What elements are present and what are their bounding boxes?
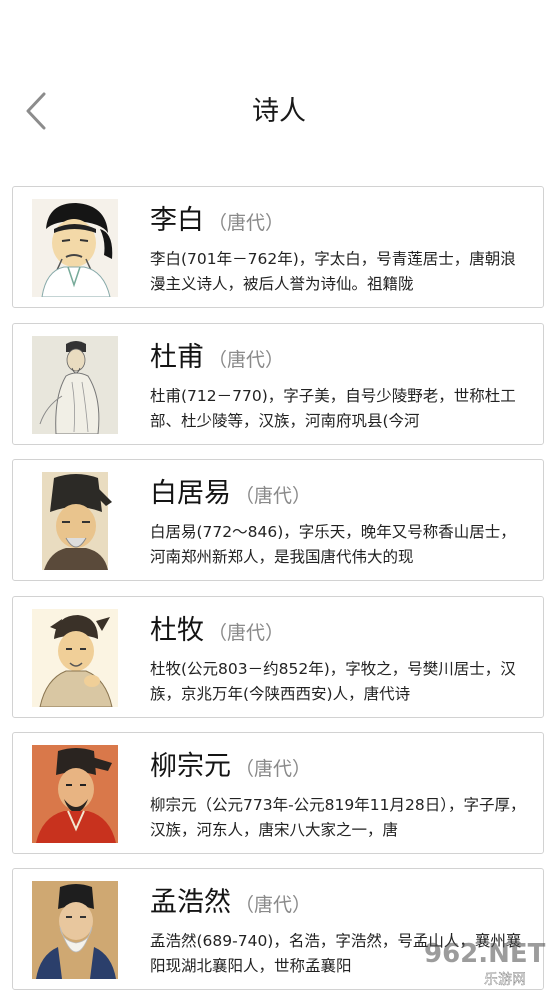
poet-portrait bbox=[32, 336, 118, 434]
poet-portrait bbox=[32, 745, 118, 843]
poet-bio: 杜甫(712－770)，字子美，自号少陵野老，世称杜工部、杜少陵等，汉族，河南府… bbox=[150, 387, 516, 430]
poet-bio: 李白(701年－762年)，字太白，号青莲居士，唐朝浪漫主义诗人，被后人誉为诗仙… bbox=[150, 250, 516, 293]
poet-card-du-mu[interactable]: 杜牧 （唐代） 杜牧(公元803－约852年)，字牧之，号樊川居士，汉族，京兆万年… bbox=[12, 596, 544, 718]
poet-name: 李白 bbox=[150, 205, 204, 236]
poet-bio: 柳宗元（公元773年-公元819年11月28日），字子厚，汉族，河东人，唐宋八大… bbox=[150, 796, 526, 839]
poet-name: 柳宗元 bbox=[150, 751, 231, 782]
poet-name-row: 杜牧 （唐代） bbox=[150, 611, 284, 651]
poet-name: 白居易 bbox=[150, 478, 231, 509]
poet-name-row: 孟浩然 （唐代） bbox=[150, 883, 311, 923]
poet-bio: 白居易(772～846)，字乐天，晚年又号称香山居士，河南郑州新郑人，是我国唐代… bbox=[150, 523, 516, 566]
page-title: 诗人 bbox=[252, 96, 306, 127]
header-bar: 诗人 bbox=[0, 0, 558, 160]
poet-dynasty: （唐代） bbox=[208, 622, 285, 644]
poet-card-du-fu[interactable]: 杜甫 （唐代） 杜甫(712－770)，字子美，自号少陵野老，世称杜工部、杜少陵等… bbox=[12, 323, 544, 445]
poet-card-meng-haoran[interactable]: 孟浩然 （唐代） 孟浩然(689-740)，名浩，字浩然，号孟山人，襄州襄阳现湖北… bbox=[12, 868, 544, 990]
poet-dynasty: （唐代） bbox=[208, 349, 285, 371]
poet-dynasty: （唐代） bbox=[235, 485, 312, 507]
poet-bio: 杜牧(公元803－约852年)，字牧之，号樊川居士，汉族，京兆万年(今陕西西安)… bbox=[150, 660, 516, 703]
poet-portrait bbox=[32, 199, 118, 297]
poet-card-li-bai[interactable]: 李白 （唐代） 李白(701年－762年)，字太白，号青莲居士，唐朝浪漫主义诗人，… bbox=[12, 186, 544, 308]
poet-dynasty: （唐代） bbox=[235, 758, 312, 780]
poet-name: 杜牧 bbox=[150, 615, 204, 646]
poet-portrait bbox=[32, 609, 118, 707]
poet-dynasty: （唐代） bbox=[235, 894, 312, 916]
poet-name-row: 柳宗元 （唐代） bbox=[150, 747, 311, 787]
poet-name-row: 白居易 （唐代） bbox=[150, 474, 311, 514]
poet-name-row: 李白 （唐代） bbox=[150, 201, 284, 241]
poet-name-row: 杜甫 （唐代） bbox=[150, 338, 284, 378]
poet-dynasty: （唐代） bbox=[208, 212, 285, 234]
poet-bio: 孟浩然(689-740)，名浩，字浩然，号孟山人，襄州襄阳现湖北襄阳人，世称孟襄… bbox=[150, 932, 522, 975]
poet-portrait bbox=[32, 472, 118, 570]
poet-name: 孟浩然 bbox=[150, 887, 231, 918]
poet-portrait bbox=[32, 881, 118, 979]
poet-name: 杜甫 bbox=[150, 342, 204, 373]
poet-card-liu-zongyuan[interactable]: 柳宗元 （唐代） 柳宗元（公元773年-公元819年11月28日），字子厚，汉族，… bbox=[12, 732, 544, 854]
poet-card-bai-juyi[interactable]: 白居易 （唐代） 白居易(772～846)，字乐天，晚年又号称香山居士，河南郑州新… bbox=[12, 459, 544, 581]
